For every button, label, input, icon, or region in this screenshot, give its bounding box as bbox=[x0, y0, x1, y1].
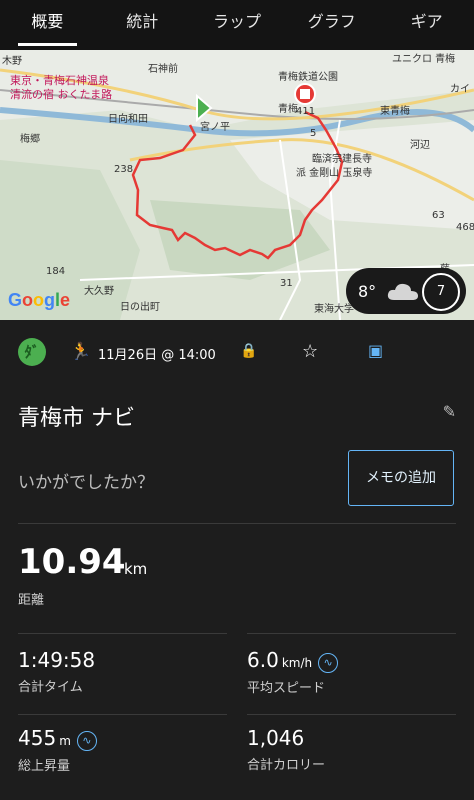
map-label-miyanohira: 宮ノ平 bbox=[200, 122, 230, 133]
divider bbox=[18, 714, 227, 715]
star-icon[interactable]: ☆ bbox=[302, 341, 318, 362]
moon-day-icon: 7 bbox=[422, 273, 460, 311]
tab-stats[interactable]: 統計 bbox=[95, 0, 190, 50]
road-5: 5 bbox=[310, 128, 317, 139]
map-label-hinode: 日の出町 bbox=[120, 302, 160, 313]
map-label-hinatawada: 日向和田 bbox=[108, 114, 148, 125]
divider bbox=[18, 523, 456, 524]
road-411: 411 bbox=[296, 106, 316, 117]
map-label-uniqlo: ユニクロ 青梅 bbox=[392, 54, 456, 65]
map-label-umego: 梅郷 bbox=[20, 134, 40, 145]
divider bbox=[247, 714, 456, 715]
google-logo: Google bbox=[8, 290, 71, 310]
activity-badge-icon: ﾀﾞ bbox=[18, 338, 46, 366]
sensor-wave-icon[interactable]: ∿ bbox=[318, 652, 339, 673]
calories-value: 1,046 bbox=[247, 726, 305, 750]
map-label-temple-1: 臨済宗建長寺 bbox=[312, 154, 372, 165]
distance-value: 10.94 bbox=[18, 542, 126, 582]
avg-speed-label: 平均スピード bbox=[247, 680, 326, 696]
map-label-tetsudo-park: 青梅鉄道公園 bbox=[278, 72, 338, 83]
weather-temp: 8° bbox=[358, 281, 377, 301]
ascent-label: 総上昇量 bbox=[18, 758, 71, 774]
total-time-value: 1:49:58 bbox=[18, 648, 96, 672]
route-map[interactable]: 東京・青梅石神温泉 清流の宿 おくたま路 石神前 日向和田 宮ノ平 梅郷 青梅 … bbox=[0, 50, 474, 320]
weather-widget: 8° 7 bbox=[346, 268, 466, 314]
edit-pencil-icon[interactable]: ✎ bbox=[443, 402, 456, 421]
map-label-higashi-oume: 東青梅 bbox=[380, 106, 410, 117]
calories-label: 合計カロリー bbox=[247, 758, 326, 773]
road-184: 184 bbox=[46, 266, 66, 277]
total-time-stat: 1:49:58 合計タイム bbox=[18, 648, 95, 695]
map-label-kai: カイ bbox=[450, 84, 470, 95]
road-63: 63 bbox=[432, 210, 445, 221]
avg-speed-value: 6.0 bbox=[247, 648, 279, 672]
tab-summary[interactable]: 概要 bbox=[0, 0, 95, 50]
divider bbox=[18, 633, 227, 634]
map-label-ishigamimae: 石神前 bbox=[148, 64, 178, 75]
map-label-kawabe: 河辺 bbox=[410, 140, 430, 151]
road-468: 468 bbox=[456, 222, 474, 233]
distance-label: 距離 bbox=[18, 593, 45, 608]
map-label-kiba: 木野 bbox=[2, 56, 22, 67]
tab-graph[interactable]: グラフ bbox=[284, 0, 379, 50]
ascent-stat: 455 m ∿ 総上昇量 bbox=[18, 726, 97, 774]
tab-bar: 概要 統計 ラップ グラフ ギア bbox=[0, 0, 474, 50]
add-photo-icon[interactable]: ▣ bbox=[368, 341, 383, 360]
avg-speed-stat: 6.0 km/h ∿ 平均スピード bbox=[247, 648, 339, 696]
map-label-oume-station: 青梅 bbox=[278, 104, 298, 115]
lock-icon[interactable]: 🔒 bbox=[240, 343, 257, 359]
activity-summary: ﾀﾞ 🏃 11月26日 @ 14:00 🔒 ☆ ▣ 青梅市 ナビ ✎ いかがでし… bbox=[0, 320, 474, 800]
ascent-value: 455 bbox=[18, 726, 57, 750]
distance-unit: km bbox=[124, 560, 148, 578]
feedback-prompt: いかがでしたか？ bbox=[18, 473, 154, 493]
cloud-icon bbox=[388, 283, 419, 300]
total-time-label: 合計タイム bbox=[18, 680, 83, 695]
calories-stat: 1,046 合計カロリー bbox=[247, 726, 325, 773]
map-label-temple-2: 派 金剛山 玉泉寺 bbox=[296, 168, 373, 179]
activity-header-row: ﾀﾞ 🏃 11月26日 @ 14:00 🔒 ☆ ▣ bbox=[18, 338, 458, 368]
activity-title: 青梅市 ナビ bbox=[18, 406, 135, 431]
avg-speed-unit: km/h bbox=[281, 656, 313, 670]
tab-laps[interactable]: ラップ bbox=[190, 0, 285, 50]
tab-gear[interactable]: ギア bbox=[379, 0, 474, 50]
ascent-unit: m bbox=[59, 734, 71, 748]
road-238: 238 bbox=[114, 164, 134, 175]
add-memo-button[interactable]: メモの追加 bbox=[348, 450, 454, 506]
road-31: 31 bbox=[280, 278, 293, 289]
runner-icon: 🏃 bbox=[70, 342, 92, 362]
map-label-okuno: 大久野 bbox=[84, 286, 114, 297]
activity-date: 11月26日 @ 14:00 bbox=[98, 348, 216, 363]
divider bbox=[247, 633, 456, 634]
map-label-onsen-2: 清流の宿 おくたま路 bbox=[10, 88, 113, 101]
sensor-wave-icon[interactable]: ∿ bbox=[76, 730, 97, 751]
